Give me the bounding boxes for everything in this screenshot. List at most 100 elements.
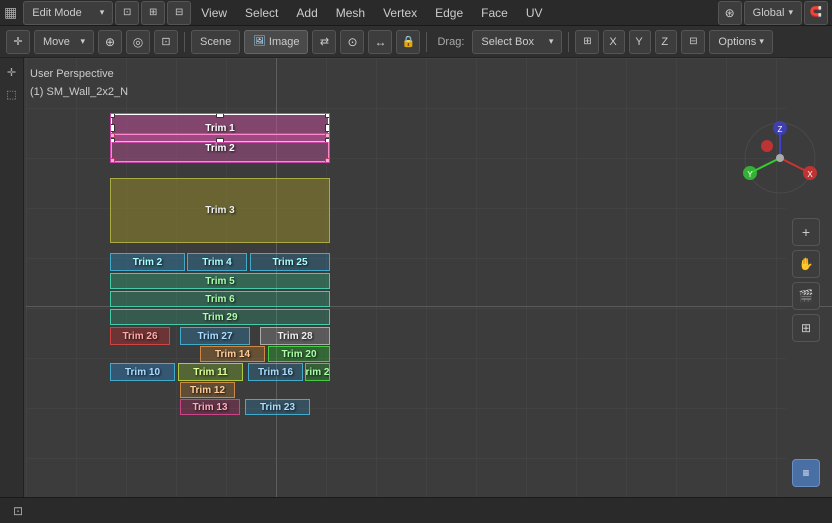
uv-island-trim12b[interactable]: Trim 12 (180, 382, 235, 398)
pan-btn[interactable]: ✋ (792, 250, 820, 278)
global-btn[interactable]: Global ▾ (744, 1, 802, 25)
mesh-display-btn3[interactable]: ⊟ (167, 1, 191, 25)
uv-island-label-trim16: Trim 16 (258, 367, 293, 378)
lock-btn[interactable]: 🔒 (396, 30, 420, 54)
selection-handle[interactable] (325, 133, 330, 138)
edit-mode-label: Edit Mode (32, 7, 82, 19)
viewport[interactable]: ✛ ⬚ User Perspective (1) SM_Wall_2x2_N T… (0, 58, 832, 523)
coord-z-label: Z (661, 36, 668, 48)
options-label: Options (718, 36, 756, 48)
transform-mode-label: Move (43, 36, 70, 48)
menu-vertex[interactable]: Vertex (375, 4, 425, 22)
menu-mesh[interactable]: Mesh (328, 4, 373, 22)
mesh-display-btn2[interactable]: ⊞ (141, 1, 165, 25)
mesh-display-btn[interactable]: ⊡ (115, 1, 139, 25)
transform-icon[interactable]: ✛ (6, 30, 30, 54)
extra-icon[interactable]: ⊛ (718, 1, 742, 25)
menu-view[interactable]: View (193, 4, 235, 22)
proportional-btn[interactable]: ⊙ (340, 30, 364, 54)
uv-island-trim26[interactable]: Trim 26 (110, 327, 170, 345)
selection-handle[interactable] (110, 113, 115, 118)
options-dropdown-icon: ▾ (759, 36, 764, 47)
uv-island-trim11[interactable]: Trim 11 (178, 363, 243, 381)
coord-icon[interactable]: ⊞ (575, 30, 599, 54)
grid-btn[interactable]: ⊞ (792, 314, 820, 342)
svg-text:X: X (807, 170, 813, 179)
uv-island-label-trim28: Trim 28 (277, 331, 312, 342)
uv-island-trim29[interactable]: Trim 29 (110, 309, 330, 325)
uv-island-trim14[interactable]: Trim 14 (200, 346, 265, 362)
uv-island-trim3[interactable]: Trim 3 (110, 178, 330, 243)
menu-uv[interactable]: UV (518, 4, 551, 22)
uv-island-trim25[interactable]: Trim 25 (250, 253, 330, 271)
sidebar-move-tool[interactable]: ✛ (2, 62, 22, 82)
uv-island-label-trim2: Trim 2 (205, 143, 234, 154)
divider3 (568, 32, 569, 52)
image-btn[interactable]: 🖼 Image (244, 30, 308, 54)
uv-island-label-trim21: Trim 21 (305, 367, 330, 378)
uv-island-label-trim23: Trim 23 (260, 402, 295, 413)
uv-island-trim21[interactable]: Trim 21 (305, 363, 330, 381)
transform-extra-btn[interactable]: ⊡ (154, 30, 178, 54)
uv-island-label-trim27: Trim 27 (197, 331, 232, 342)
right-tools-panel: + ✋ 🎬 ⊞ (792, 218, 820, 342)
uv-island-trim13[interactable]: Trim 13 (180, 399, 240, 415)
coord-y-label: Y (635, 36, 642, 48)
selection-handle[interactable] (325, 158, 330, 163)
sidebar-select-tool[interactable]: ⬚ (2, 84, 22, 104)
coord-y-btn[interactable]: Y (629, 30, 651, 54)
sync-btn[interactable]: ⇄ (312, 30, 336, 54)
selection-handle[interactable] (325, 124, 330, 132)
edit-mode-dropdown-icon: ▾ (100, 7, 105, 18)
options-btn[interactable]: Options ▾ (709, 30, 772, 54)
uv-island-trim28[interactable]: Trim 28 (260, 327, 330, 345)
uv-island-label-trim6: Trim 6 (205, 294, 234, 305)
select-box-dropdown: ▾ (549, 36, 554, 47)
divider2 (426, 32, 427, 52)
properties-btn[interactable]: ≡ (792, 459, 820, 487)
image-label: Image (269, 36, 300, 48)
selection-handle[interactable] (216, 113, 224, 118)
uv-island-label-trim20: Trim 20 (281, 349, 316, 360)
uv-island-trim27[interactable]: Trim 27 (180, 327, 250, 345)
uv-island-trim10[interactable]: Trim 10 (110, 363, 175, 381)
menu-select[interactable]: Select (237, 4, 286, 22)
bottom-icon[interactable]: ⊡ (8, 501, 28, 521)
uv-island-trim6[interactable]: Trim 6 (110, 291, 330, 307)
divider1 (184, 32, 185, 52)
orientation-btn[interactable]: ⊕ (98, 30, 122, 54)
menu-add[interactable]: Add (288, 4, 325, 22)
select-box-btn[interactable]: Select Box ▾ (472, 30, 562, 54)
camera-btn[interactable]: 🎬 (792, 282, 820, 310)
menu-edge[interactable]: Edge (427, 4, 471, 22)
nav-gizmo-svg[interactable]: Z X Y (740, 118, 820, 198)
edit-mode-selector[interactable]: Edit Mode ▾ (23, 1, 113, 25)
snap-btn[interactable]: 🧲 (804, 1, 828, 25)
navigation-gizmo-area: Z X Y (740, 118, 820, 198)
zoom-in-btn[interactable]: + (792, 218, 820, 246)
toolbar: ✛ Move ▾ ⊕ ◎ ⊡ Scene 🖼 Image ⇄ ⊙ ↔ 🔒 Dra… (0, 26, 832, 58)
uv-island-trim5[interactable]: Trim 5 (110, 273, 330, 289)
coord-z-btn[interactable]: Z (655, 30, 677, 54)
uv-island-trim4[interactable]: Trim 4 (187, 253, 247, 271)
uv-island-trim20[interactable]: Trim 20 (268, 346, 330, 362)
mirror-btn[interactable]: ↔ (368, 30, 392, 54)
coord-x-btn[interactable]: X (603, 30, 625, 54)
selection-handle[interactable] (325, 113, 330, 118)
coord-extra-btn[interactable]: ⊟ (681, 30, 705, 54)
uv-island-trim2b[interactable]: Trim 2 (110, 253, 185, 271)
uv-island-trim16[interactable]: Trim 16 (248, 363, 303, 381)
scene-btn[interactable]: Scene (191, 30, 240, 54)
selection-handle[interactable] (110, 158, 115, 163)
uv-island-label-trim5: Trim 5 (205, 276, 234, 287)
pivot-btn[interactable]: ◎ (126, 30, 150, 54)
coord-x-label: X (609, 36, 616, 48)
transform-mode-btn[interactable]: Move ▾ (34, 30, 94, 54)
selection-handle[interactable] (110, 124, 115, 132)
selection-handle[interactable] (110, 133, 115, 138)
menu-face[interactable]: Face (473, 4, 516, 22)
uv-island-trim23[interactable]: Trim 23 (245, 399, 310, 415)
scene-label: Scene (200, 36, 231, 48)
left-sidebar: ✛ ⬚ (0, 58, 24, 523)
uv-island-label-trim2b: Trim 2 (133, 257, 162, 268)
